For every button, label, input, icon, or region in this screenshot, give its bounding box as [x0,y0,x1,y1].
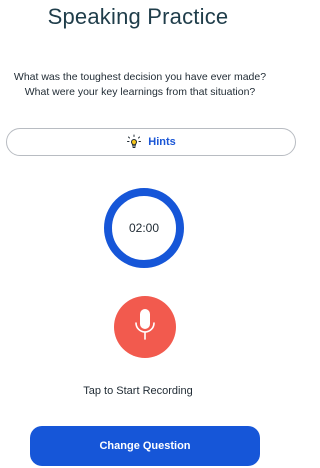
question-line-1: What was the toughest decision you have … [13,71,267,83]
question-text: What was the toughest decision you have … [4,70,276,100]
hints-button[interactable]: Hints [6,128,296,156]
hints-label: Hints [148,136,176,148]
page-title: Speaking Practice [47,4,229,29]
microphone-icon [132,308,158,347]
change-question-button[interactable]: Change Question [30,426,260,466]
lightbulb-icon [126,134,142,150]
timer-ring: 02:00 [104,188,184,268]
record-button[interactable] [114,296,176,358]
question-line-2: What were your key learnings from that s… [24,86,256,98]
timer-value: 02:00 [128,221,160,235]
record-instruction: Tap to Start Recording [83,385,193,397]
